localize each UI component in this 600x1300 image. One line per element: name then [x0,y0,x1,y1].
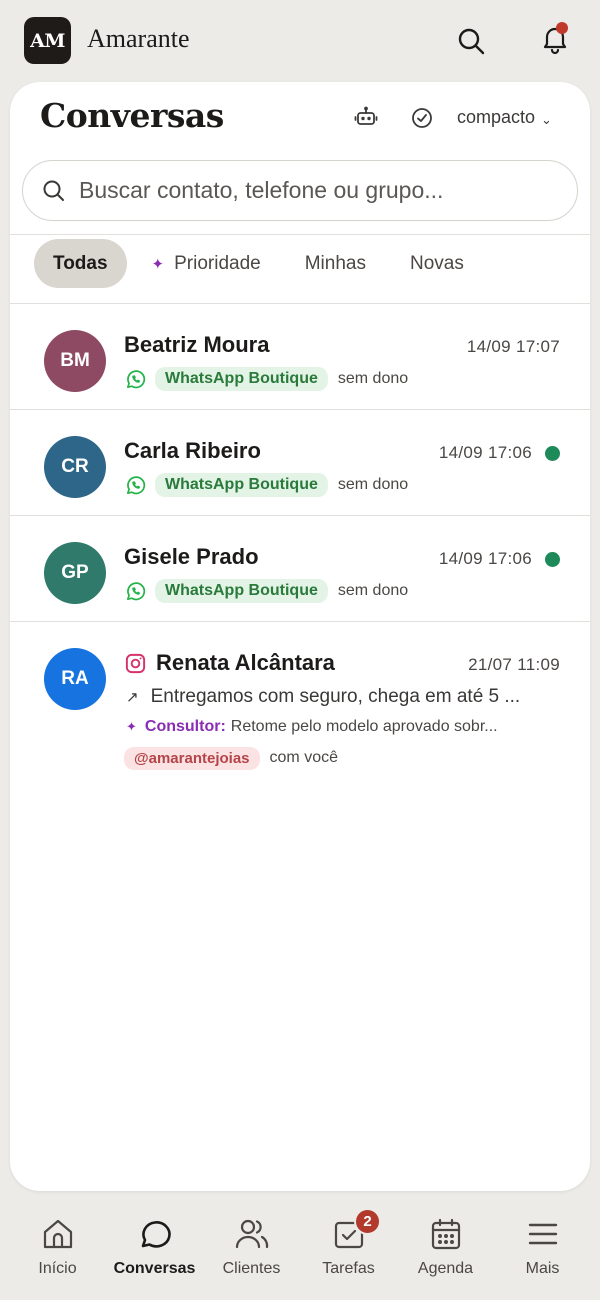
instagram-icon [125,653,146,674]
calendar-icon [431,1218,460,1250]
brand-name: Amarante [87,24,190,53]
conversation-row[interactable]: BM Beatriz Moura 14/09 17:07 WhatsApp Bo… [10,304,590,410]
nav-label: Início [38,1260,77,1277]
conversation-meta: WhatsApp Boutique sem dono [124,366,408,392]
filter-todas[interactable]: Todas [34,239,127,288]
filter-prioridade[interactable]: ✦ Prioridade [133,239,280,288]
timestamp: 14/09 17:06 [438,549,532,568]
timestamp: 14/09 17:07 [466,337,560,356]
whatsapp-icon [126,369,146,388]
notification-dot [556,22,568,34]
avatar: GP [44,542,106,604]
nav-label: Tarefas [322,1260,375,1277]
menu-icon [528,1223,557,1245]
conversation-row[interactable]: CR Carla Ribeiro 14/09 17:06 WhatsApp Bo… [10,410,590,516]
outgoing-arrow-icon: ↗ [126,689,139,706]
nav-tarefas[interactable]: 2 Tarefas [300,1196,397,1300]
density-select[interactable]: compacto ⌄ [457,107,552,128]
page-title: Conversas [40,96,224,135]
density-label: compacto [457,107,536,127]
preview-text: Entregamos com seguro, chega em até 5 ..… [150,686,521,707]
whatsapp-icon [126,581,146,600]
owner-label: sem dono [337,476,409,493]
chevron-down-icon: ⌄ [541,111,552,127]
owner-label: sem dono [337,370,409,387]
avatar: CR [44,436,106,498]
filter-label: Todas [53,252,108,274]
nav-conversas[interactable]: Conversas [106,1196,203,1300]
unread-dot [545,552,560,567]
bottom-nav: Início Conversas Clientes 2 Tarefas Agen… [0,1196,600,1300]
channel-tag: WhatsApp Boutique [155,579,328,603]
nav-label: Agenda [417,1260,474,1277]
divider [10,234,590,235]
channel-handle-tag: @amarantejoias [124,746,260,770]
filter-label: Prioridade [174,252,261,274]
filter-novas[interactable]: Novas [391,239,483,288]
conversations-panel: Conversas compacto ⌄ Todas ✦ Prioridade M… [10,82,590,1191]
sparkle-icon: ✦ [126,719,137,734]
search-icon [43,180,64,201]
consultant-label: Consultor: [144,718,226,735]
nav-mais[interactable]: Mais [494,1196,591,1300]
filter-minhas[interactable]: Minhas [286,239,385,288]
home-icon [43,1219,72,1249]
search-input[interactable] [79,177,549,204]
owner-label: com você [269,749,338,766]
timestamp: 21/07 11:09 [468,655,560,674]
contact-name: Beatriz Moura [124,332,270,357]
filter-label: Minhas [304,252,366,274]
conversation-meta: WhatsApp Boutique sem dono [124,472,408,498]
task-count-badge: 2 [354,1208,381,1235]
conversation-meta: WhatsApp Boutique sem dono [124,578,408,604]
check-circle-icon[interactable] [408,104,436,132]
conversation-meta: @amarantejoias com você [124,746,338,770]
contact-name: Gisele Prado [124,544,259,569]
consultant-note: ✦ Consultor: Retome pelo modelo aprovado… [124,718,498,736]
search-bar[interactable] [22,160,578,221]
channel-tag: WhatsApp Boutique [155,367,328,391]
avatar: RA [44,648,106,710]
conversation-row[interactable]: RA Renata Alcântara 21/07 11:09 ↗ Entreg… [10,622,590,782]
sparkle-icon: ✦ [151,255,165,273]
message-preview: ↗ Entregamos com seguro, chega em até 5 … [124,686,520,708]
whatsapp-icon [126,475,146,494]
nav-label: Clientes [222,1260,281,1277]
channel-tag: WhatsApp Boutique [155,473,328,497]
top-bar: AM Amarante [0,0,600,82]
search-icon[interactable] [455,25,487,57]
unread-dot [545,446,560,461]
chat-icon [141,1221,171,1248]
nav-inicio[interactable]: Início [9,1196,106,1300]
nav-label: Conversas [113,1260,196,1277]
filter-label: Novas [409,252,464,274]
contact-name: Renata Alcântara [156,650,335,675]
consultant-message: Retome pelo modelo aprovado sobr... [230,718,498,735]
contact-name: Carla Ribeiro [124,438,261,463]
robot-icon[interactable] [352,104,380,132]
brand-logo[interactable]: AM [24,17,71,64]
timestamp: 14/09 17:06 [438,443,532,462]
nav-label: Mais [525,1260,560,1277]
avatar: BM [44,330,106,392]
owner-label: sem dono [337,582,409,599]
conversation-row[interactable]: GP Gisele Prado 14/09 17:06 WhatsApp Bou… [10,516,590,622]
users-icon [235,1219,268,1249]
filter-tabs: Todas ✦ Prioridade Minhas Novas [34,239,489,288]
nav-agenda[interactable]: Agenda [397,1196,494,1300]
nav-clientes[interactable]: Clientes [203,1196,300,1300]
